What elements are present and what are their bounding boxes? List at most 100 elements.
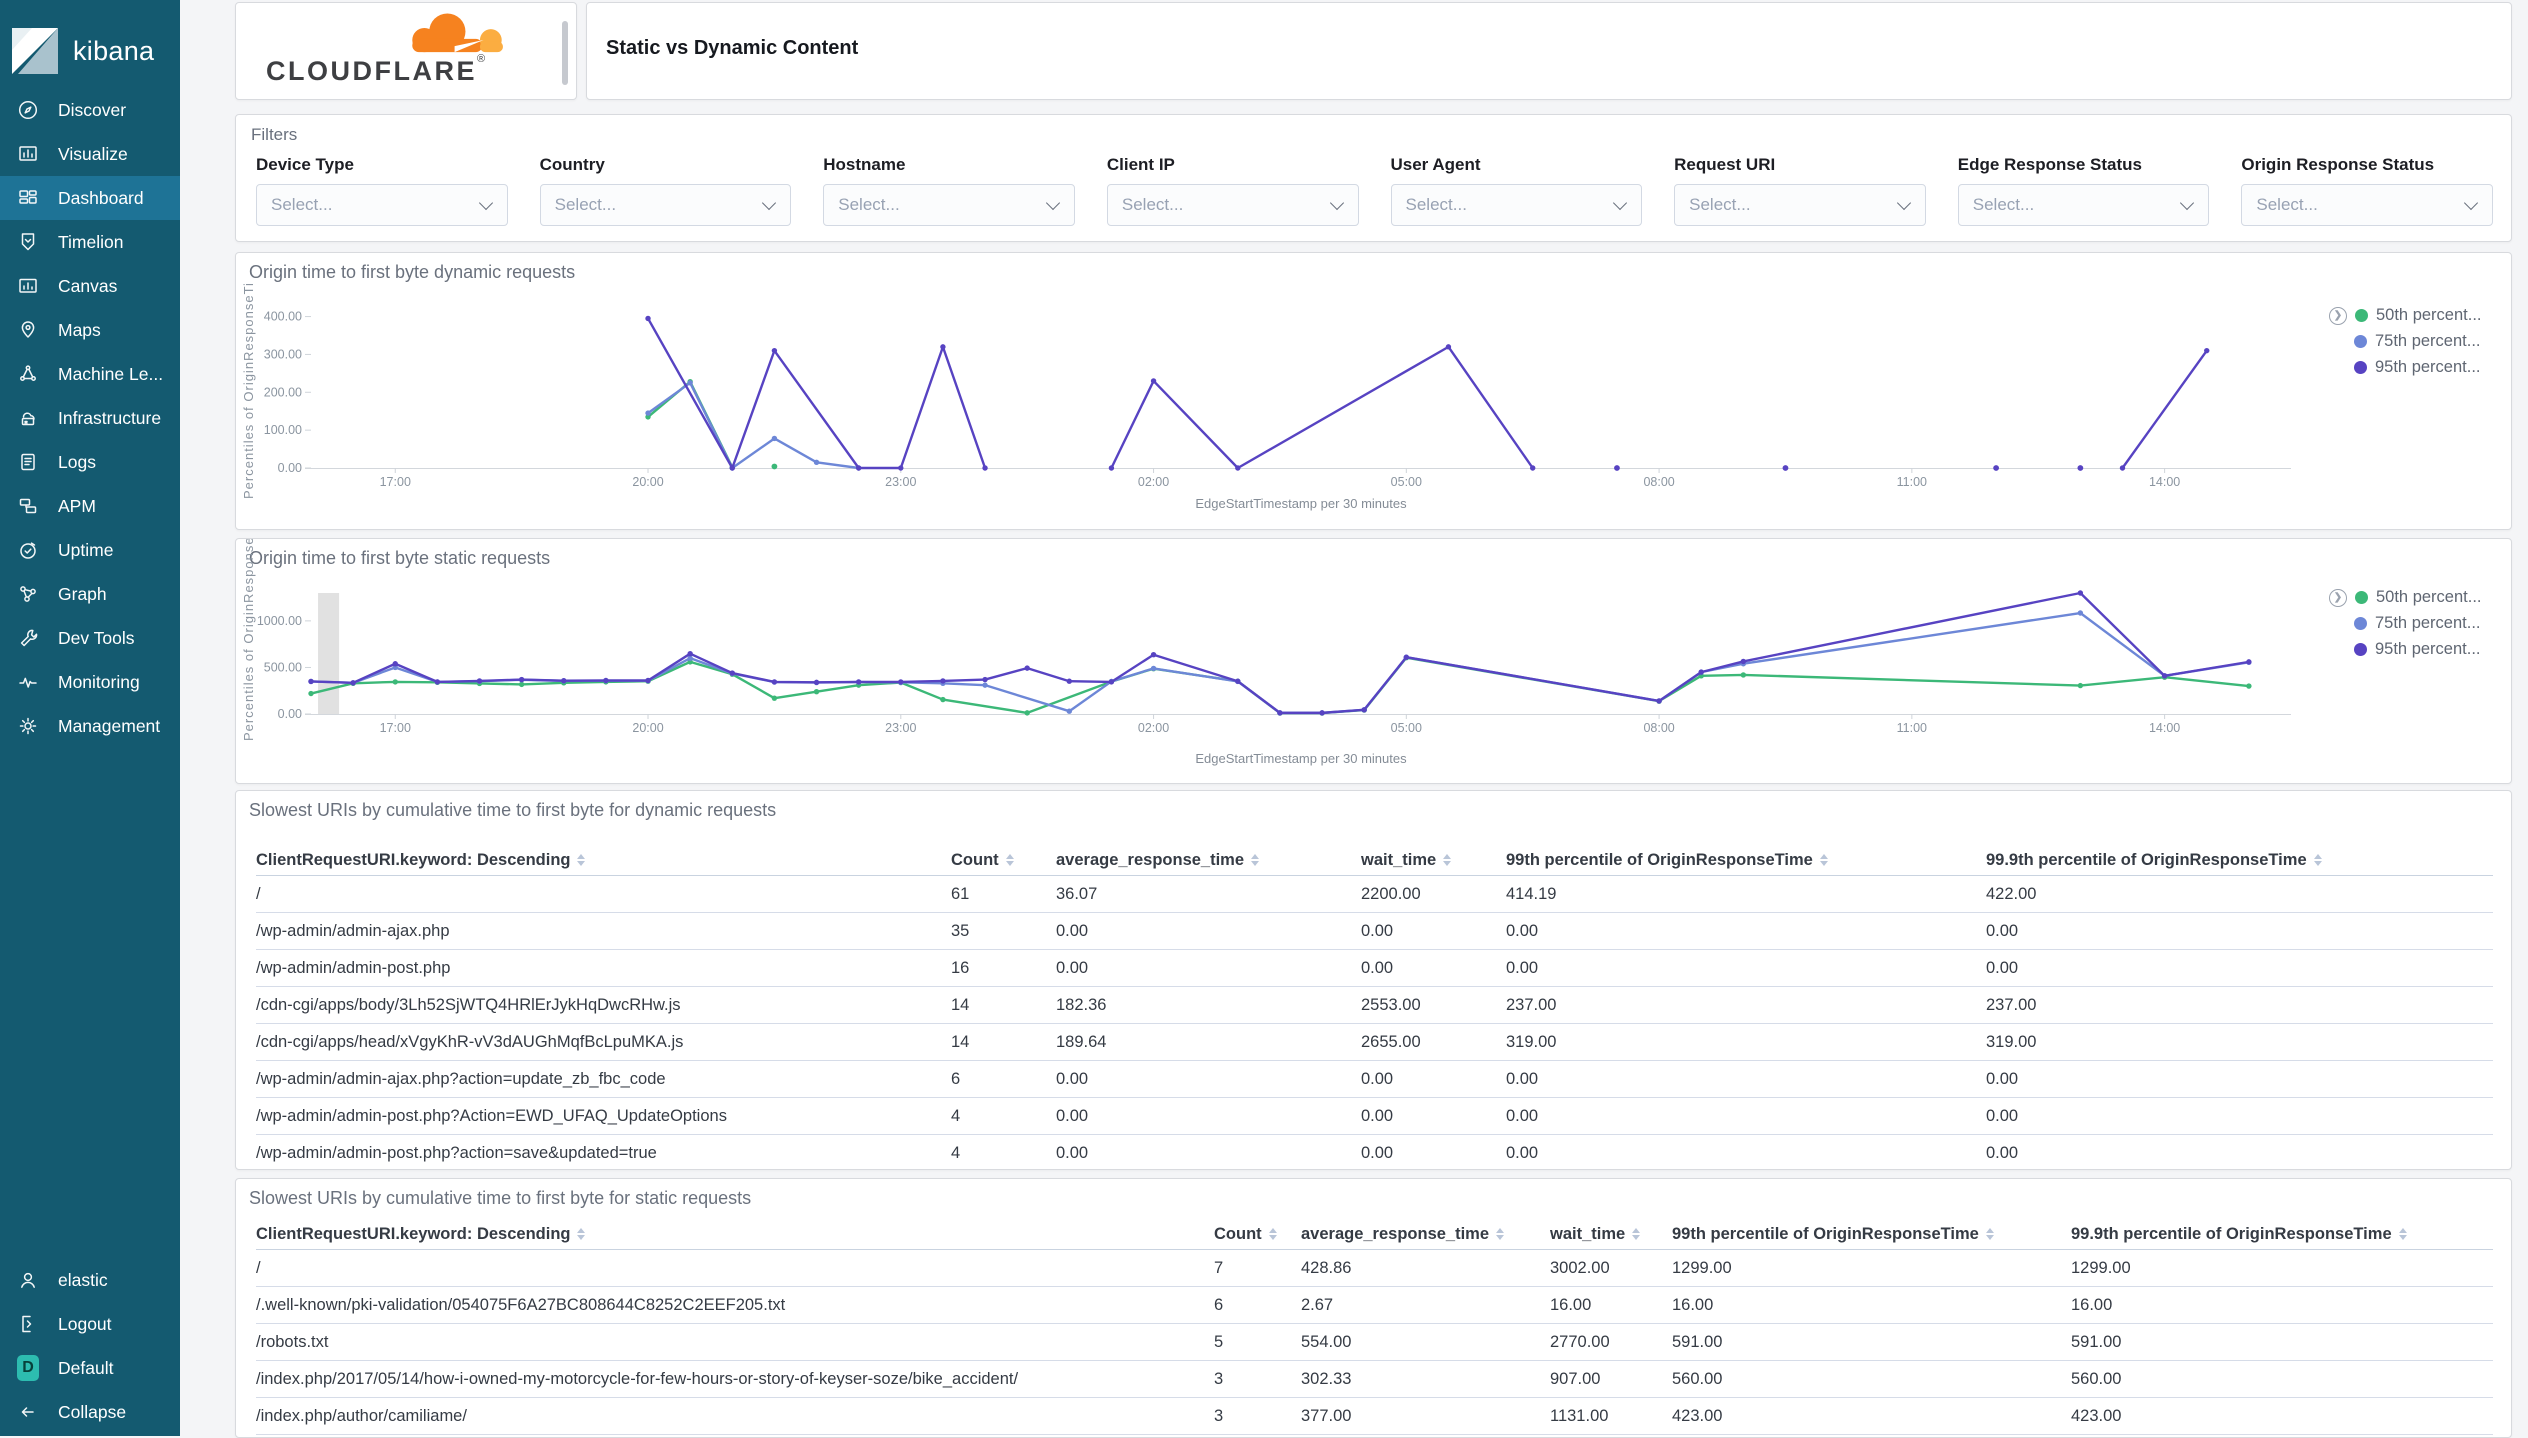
- cell-uri: /wp-admin/admin-ajax.php?action=update_z…: [256, 1069, 666, 1088]
- cell-value: 2.67: [1301, 1295, 1334, 1314]
- data-point: [1024, 710, 1030, 716]
- sidebar-item-logs[interactable]: Logs: [0, 440, 180, 484]
- table-row: /wp-admin/admin-ajax.php?action=update_z…: [256, 1061, 2493, 1098]
- column-header-clientrequesturi-keyword-descending[interactable]: ClientRequestURI.keyword: Descending: [256, 1225, 1214, 1244]
- chart-panel-dynamic: Origin time to first byte dynamic reques…: [235, 252, 2512, 530]
- kibana-logo-icon: [12, 28, 58, 74]
- cell-uri: /: [256, 1258, 261, 1277]
- y-tick-label: 400.00: [264, 310, 302, 324]
- data-point: [2246, 659, 2252, 665]
- sidebar-item-timelion[interactable]: Timelion: [0, 220, 180, 264]
- sidebar-item-default[interactable]: D Default: [0, 1346, 180, 1390]
- data-point: [1445, 344, 1452, 350]
- cell-uri: /wp-admin/admin-post.php: [256, 958, 451, 977]
- sidebar-item-uptime[interactable]: Uptime: [0, 528, 180, 572]
- partial-bucket-band: [318, 593, 340, 714]
- filter-select-origin-response-status[interactable]: Select...: [2241, 184, 2493, 226]
- legend-item-75th-percent[interactable]: 75th percent...: [2329, 331, 2482, 352]
- data-point: [1024, 665, 1030, 671]
- filter-select-device-type[interactable]: Select...: [256, 184, 508, 226]
- filter-select-request-uri[interactable]: Select...: [1674, 184, 1926, 226]
- cell-uri: /: [256, 884, 261, 903]
- sidebar-item-label: Discover: [58, 99, 127, 120]
- data-point: [1066, 678, 1072, 684]
- cell-value: 0.00: [1986, 1069, 2019, 1088]
- data-point: [1319, 710, 1325, 716]
- kibana-logo[interactable]: kibana: [0, 0, 180, 88]
- data-point: [771, 435, 778, 442]
- chart-plot-area[interactable]: 0.00 500.00 1000.00 17:00 20:00 23:00 02:00 05:…: [236, 539, 2509, 751]
- legend-toggle-chevron-icon[interactable]: ❯: [2329, 588, 2347, 607]
- sidebar-item-elastic[interactable]: elastic: [0, 1258, 180, 1302]
- sidebar-item-apm[interactable]: APM: [0, 484, 180, 528]
- infrastructure-cloud-icon: [17, 407, 39, 429]
- filter-label: Origin Response Status: [2241, 155, 2435, 174]
- table-header-row: ClientRequestURI.keyword: Descending Coun…: [256, 1219, 2493, 1250]
- column-header-99th-percentile-of-originresponsetime[interactable]: 99th percentile of OriginResponseTime: [1672, 1225, 2071, 1244]
- sidebar-item-dashboard[interactable]: Dashboard: [0, 176, 180, 220]
- panel-scrollbar-thumb[interactable]: [562, 21, 568, 85]
- data-point: [1614, 465, 1620, 471]
- y-tick-label: 300.00: [264, 347, 302, 361]
- filter-select-client-ip[interactable]: Select...: [1106, 184, 1359, 226]
- legend-item-50th-percent[interactable]: ❯ 50th percent...: [2329, 587, 2482, 608]
- filter-country: Country Select...: [539, 155, 792, 226]
- cell-value: 0.00: [1986, 921, 2019, 940]
- column-header-average-response-time[interactable]: average_response_time: [1056, 851, 1361, 870]
- x-tick-label: 14:00: [2149, 475, 2180, 489]
- series-line-50th-percentile: [309, 656, 2251, 715]
- space-default-badge: D: [17, 1355, 39, 1381]
- column-header-99th-percentile-of-originresponsetime[interactable]: 99th percentile of OriginResponseTime: [1506, 851, 1986, 870]
- legend-item-50th-percent[interactable]: ❯ 50th percent...: [2329, 305, 2482, 326]
- data-point: [729, 670, 735, 676]
- chevron-down-icon: [1896, 195, 1911, 211]
- legend-toggle-chevron-icon[interactable]: ❯: [2329, 306, 2347, 325]
- legend-item-75th-percent[interactable]: 75th percent...: [2329, 613, 2482, 634]
- sidebar-item-management[interactable]: Management: [0, 704, 180, 748]
- filter-select-country[interactable]: Select...: [539, 184, 792, 226]
- sidebar-item-maps[interactable]: Maps: [0, 308, 180, 352]
- data-point: [645, 315, 651, 322]
- cell-value: 4: [951, 1143, 961, 1162]
- column-header-99-9th-percentile-of-originresponsetime[interactable]: 99.9th percentile of OriginResponseTime: [2071, 1225, 2493, 1244]
- sidebar-item-graph[interactable]: Graph: [0, 572, 180, 616]
- cell-value: 0.00: [1506, 1143, 1539, 1162]
- x-tick-label: 17:00: [380, 721, 411, 735]
- filter-select-edge-response-status[interactable]: Select...: [1957, 184, 2210, 226]
- sidebar-item-canvas[interactable]: Canvas: [0, 264, 180, 308]
- column-header-clientrequesturi-keyword-descending[interactable]: ClientRequestURI.keyword: Descending: [256, 851, 951, 870]
- sidebar-item-dev-tools[interactable]: Dev Tools: [0, 616, 180, 660]
- cell-value: 14: [951, 1032, 970, 1051]
- cell-value: 16.00: [2071, 1295, 2113, 1314]
- legend-item-95th-percent[interactable]: 95th percent...: [2329, 639, 2482, 660]
- sidebar-item-collapse[interactable]: Collapse: [0, 1390, 180, 1434]
- sidebar-item-discover[interactable]: Discover: [0, 88, 180, 132]
- cell-value: 0.00: [1056, 1069, 1089, 1088]
- data-point: [940, 344, 946, 350]
- column-header-count[interactable]: Count: [1214, 1225, 1301, 1244]
- sidebar-item-label: Visualize: [58, 143, 128, 164]
- data-point: [1150, 378, 1157, 384]
- select-placeholder: Select...: [554, 195, 617, 214]
- filter-select-user-agent[interactable]: Select...: [1390, 184, 1643, 226]
- filter-select-hostname[interactable]: Select...: [823, 184, 1075, 226]
- sidebar-item-machine-le[interactable]: Machine Le...: [0, 352, 180, 396]
- chart-panel-static: Origin time to first byte static request…: [235, 538, 2512, 784]
- cell-value: 14: [951, 995, 970, 1014]
- sidebar-item-label: Uptime: [58, 539, 114, 560]
- sidebar-item-infrastructure[interactable]: Infrastructure: [0, 396, 180, 440]
- column-header-wait-time[interactable]: wait_time: [1550, 1225, 1672, 1244]
- column-header-average-response-time[interactable]: average_response_time: [1301, 1225, 1550, 1244]
- sidebar-item-monitoring[interactable]: Monitoring: [0, 660, 180, 704]
- series-line-75th-percentile: [309, 611, 2251, 715]
- column-header-count[interactable]: Count: [951, 851, 1056, 870]
- column-header-wait-time[interactable]: wait_time: [1361, 851, 1506, 870]
- column-header-99-9th-percentile-of-originresponsetime[interactable]: 99.9th percentile of OriginResponseTime: [1986, 851, 2493, 870]
- table-row: /cdn-cgi/apps/body/3Lh52SjWTQ4HRlErJykHq…: [256, 987, 2493, 1024]
- sidebar-item-logout[interactable]: Logout: [0, 1302, 180, 1346]
- sidebar-item-visualize[interactable]: Visualize: [0, 132, 180, 176]
- legend-item-95th-percent[interactable]: 95th percent...: [2329, 357, 2482, 378]
- data-point: [561, 677, 567, 684]
- chart-plot-area[interactable]: 0.00 100.00 200.00 300.00 400.00 17:00 20:00 23…: [236, 253, 2509, 503]
- column-header-label: average_response_time: [1056, 850, 1245, 869]
